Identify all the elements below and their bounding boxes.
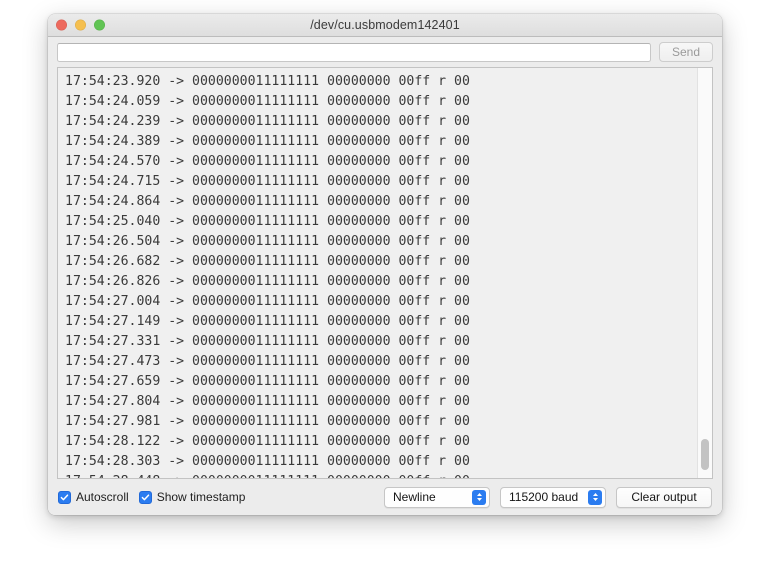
send-button[interactable]: Send: [659, 42, 713, 62]
log-line: 17:54:26.826 -> 0000000011111111 0000000…: [65, 274, 470, 289]
log-line: 17:54:24.389 -> 0000000011111111 0000000…: [65, 134, 470, 149]
clear-output-button[interactable]: Clear output: [616, 486, 712, 508]
minimize-button[interactable]: [75, 19, 86, 31]
log-line: 17:54:27.331 -> 0000000011111111 0000000…: [65, 334, 470, 349]
line-ending-value: Newline: [393, 490, 436, 504]
chevron-updown-icon: [588, 489, 602, 505]
window-titlebar: /dev/cu.usbmodem142401: [48, 14, 722, 37]
log-line: 17:54:24.715 -> 0000000011111111 0000000…: [65, 174, 470, 189]
show-timestamp-label: Show timestamp: [156, 490, 246, 504]
line-ending-select[interactable]: Newline: [384, 486, 490, 508]
log-line: 17:54:27.804 -> 0000000011111111 0000000…: [65, 394, 470, 409]
log-line: 17:54:24.239 -> 0000000011111111 0000000…: [65, 114, 470, 129]
log-line: 17:54:27.004 -> 0000000011111111 0000000…: [65, 294, 470, 309]
log-line: 17:54:24.059 -> 0000000011111111 0000000…: [65, 94, 470, 109]
serial-output-log[interactable]: 17:54:23.920 -> 0000000011111111 0000000…: [58, 68, 712, 478]
log-scrollbar-thumb[interactable]: [701, 439, 709, 470]
log-line: 17:54:24.570 -> 0000000011111111 0000000…: [65, 154, 470, 169]
log-line: 17:54:23.920 -> 0000000011111111 0000000…: [65, 74, 470, 89]
log-line: 17:54:27.473 -> 0000000011111111 0000000…: [65, 354, 470, 369]
bottom-toolbar: Autoscroll Show timestamp Newline 115200…: [48, 479, 722, 515]
log-line: 17:54:28.303 -> 0000000011111111 0000000…: [65, 454, 470, 469]
autoscroll-label: Autoscroll: [76, 490, 129, 504]
traffic-light-group: [56, 19, 105, 31]
log-line: 17:54:27.659 -> 0000000011111111 0000000…: [65, 374, 470, 389]
show-timestamp-checkbox[interactable]: Show timestamp: [138, 490, 246, 504]
checkmark-icon: [58, 490, 71, 504]
log-line: 17:54:27.981 -> 0000000011111111 0000000…: [65, 414, 470, 429]
close-button[interactable]: [56, 19, 67, 31]
baud-rate-select[interactable]: 115200 baud: [500, 486, 606, 508]
baud-rate-value: 115200 baud: [509, 490, 579, 504]
window-title: /dev/cu.usbmodem142401: [310, 18, 460, 32]
serial-output-panel: 17:54:23.920 -> 0000000011111111 0000000…: [57, 67, 713, 479]
log-line: 17:54:24.864 -> 0000000011111111 0000000…: [65, 194, 470, 209]
log-line: 17:54:25.040 -> 0000000011111111 0000000…: [65, 214, 470, 229]
log-line: 17:54:28.122 -> 0000000011111111 0000000…: [65, 434, 470, 449]
autoscroll-checkbox[interactable]: Autoscroll: [58, 490, 129, 504]
log-line: 17:54:27.149 -> 0000000011111111 0000000…: [65, 314, 470, 329]
zoom-button[interactable]: [94, 19, 105, 31]
send-toolbar: Send: [48, 37, 722, 67]
send-input[interactable]: [57, 42, 651, 62]
checkmark-icon: [138, 490, 152, 504]
log-line: 17:54:26.504 -> 0000000011111111 0000000…: [65, 234, 470, 249]
log-line: 17:54:28.448 -> 0000000011111111 0000000…: [65, 472, 712, 478]
chevron-updown-icon: [472, 489, 486, 505]
log-line: 17:54:26.682 -> 0000000011111111 0000000…: [65, 254, 470, 269]
serial-monitor-window: /dev/cu.usbmodem142401 Send 17:54:23.920…: [48, 14, 722, 515]
log-scrollbar[interactable]: [697, 68, 712, 478]
